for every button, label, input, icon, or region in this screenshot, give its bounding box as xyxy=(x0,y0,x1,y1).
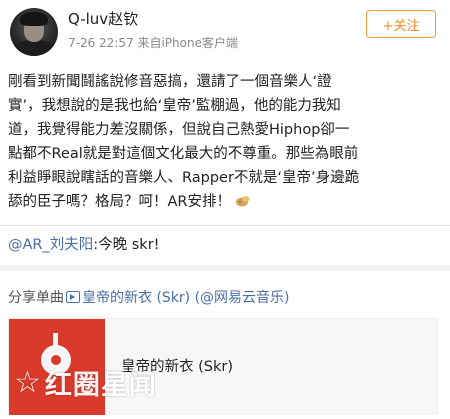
username[interactable]: Q-luv赵钦 xyxy=(68,8,138,29)
post-meta: 7-26 22:57 来自iPhone客户端 xyxy=(68,34,238,51)
watermark: ☆ 红圈星闻 xyxy=(14,363,157,402)
timestamp: 7-26 22:57 xyxy=(68,36,134,50)
source-link[interactable]: (@网易云音乐) xyxy=(195,290,290,306)
music-note-stem xyxy=(53,333,58,353)
music-link-icon xyxy=(66,291,80,303)
post-line: 點都不Real就是對這個文化最大的不尊重。那些為眼前 xyxy=(8,146,359,162)
wheat-emoji-icon xyxy=(236,196,250,207)
watermark-text: 红圈星闻 xyxy=(44,370,157,401)
song-link[interactable]: 皇帝的新衣 (Skr) xyxy=(82,290,190,306)
section-divider xyxy=(0,265,450,271)
repost-comment: @AR_刘夫阳:今晚 skr! xyxy=(8,233,159,254)
avatar-hair xyxy=(20,12,48,26)
share-line: 分享单曲 皇帝的新衣 (Skr) (@网易云音乐) xyxy=(8,287,290,307)
post-line-last: 舔的臣子嗎？格局？呵！AR安排！ xyxy=(8,190,444,214)
mention-link[interactable]: @AR_刘夫阳 xyxy=(8,237,93,253)
post-header: Q-luv赵钦 7-26 22:57 来自iPhone客户端 +关注 xyxy=(0,0,450,60)
star-icon: ☆ xyxy=(14,364,41,400)
avatar[interactable] xyxy=(10,8,58,56)
post-body: 剛看到新聞鬪謠說修音惡搞，還請了一個音樂人‘證 實’，我想說的是我也給‘皇帝’監… xyxy=(8,70,444,214)
mention-text: :今晚 skr! xyxy=(93,237,160,253)
avatar-shoulders xyxy=(12,40,56,56)
post-line: 實’，我想說的是我也給‘皇帝’監棚過，他的能力我知 xyxy=(8,98,341,114)
post-source: 来自iPhone客户端 xyxy=(137,36,238,50)
divider xyxy=(0,225,450,226)
post-line: 剛看到新聞鬪謠說修音惡搞，還請了一個音樂人‘證 xyxy=(8,74,332,90)
post-line: 道，我覺得能力差沒關係，但說自己熱愛Hiphop卻一 xyxy=(8,122,350,138)
follow-button[interactable]: +关注 xyxy=(366,10,436,38)
share-prefix: 分享单曲 xyxy=(8,290,64,306)
post-line: 利益睜眼說瞎話的音樂人、Rapper不就是‘皇帝’身邊跪 xyxy=(8,170,360,186)
post-line-text: 舔的臣子嗎？格局？呵！AR安排！ xyxy=(8,194,231,210)
